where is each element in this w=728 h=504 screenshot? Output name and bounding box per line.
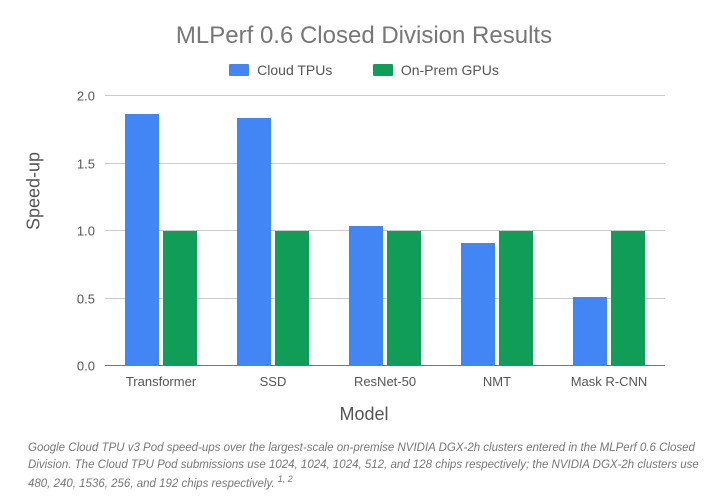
bar-on-prem-gpus xyxy=(387,231,421,366)
caption-footnote-ref: 1, 2 xyxy=(278,474,293,484)
bar-group: SSD xyxy=(217,96,329,366)
bar-cloud-tpus xyxy=(573,297,607,366)
bar-cloud-tpus xyxy=(349,226,383,366)
y-tick-label: 1.5 xyxy=(77,156,105,171)
bar-group: ResNet-50 xyxy=(329,96,441,366)
legend: Cloud TPUs On-Prem GPUs xyxy=(0,62,728,81)
plot-area: 0.00.51.01.52.0TransformerSSDResNet-50NM… xyxy=(105,96,665,366)
bar-on-prem-gpus xyxy=(611,231,645,366)
legend-item-on-prem-gpus: On-Prem GPUs xyxy=(373,62,499,78)
legend-item-cloud-tpus: Cloud TPUs xyxy=(229,62,332,78)
bar-group: Transformer xyxy=(105,96,217,366)
bar-on-prem-gpus xyxy=(163,231,197,366)
legend-label-on-prem-gpus: On-Prem GPUs xyxy=(401,62,499,78)
y-tick-label: 1.0 xyxy=(77,224,105,239)
caption: Google Cloud TPU v3 Pod speed-ups over t… xyxy=(28,440,700,493)
legend-swatch-on-prem-gpus xyxy=(373,64,393,76)
bar-on-prem-gpus xyxy=(499,231,533,366)
bar-group: NMT xyxy=(441,96,553,366)
y-axis-title: Speed-up xyxy=(24,152,45,230)
y-tick-label: 0.5 xyxy=(77,291,105,306)
chart-title: MLPerf 0.6 Closed Division Results xyxy=(0,22,728,50)
bar-group: Mask R-CNN xyxy=(553,96,665,366)
bar-cloud-tpus xyxy=(237,118,271,366)
chart-container: MLPerf 0.6 Closed Division Results Cloud… xyxy=(0,0,728,504)
bar-cloud-tpus xyxy=(125,114,159,366)
legend-label-cloud-tpus: Cloud TPUs xyxy=(257,62,332,78)
bar-cloud-tpus xyxy=(461,243,495,366)
caption-text: Google Cloud TPU v3 Pod speed-ups over t… xyxy=(28,442,699,490)
legend-swatch-cloud-tpus xyxy=(229,64,249,76)
x-tick-label: Mask R-CNN xyxy=(531,366,688,389)
x-axis-title: Model xyxy=(0,404,728,425)
y-tick-label: 2.0 xyxy=(77,89,105,104)
bar-on-prem-gpus xyxy=(275,231,309,366)
